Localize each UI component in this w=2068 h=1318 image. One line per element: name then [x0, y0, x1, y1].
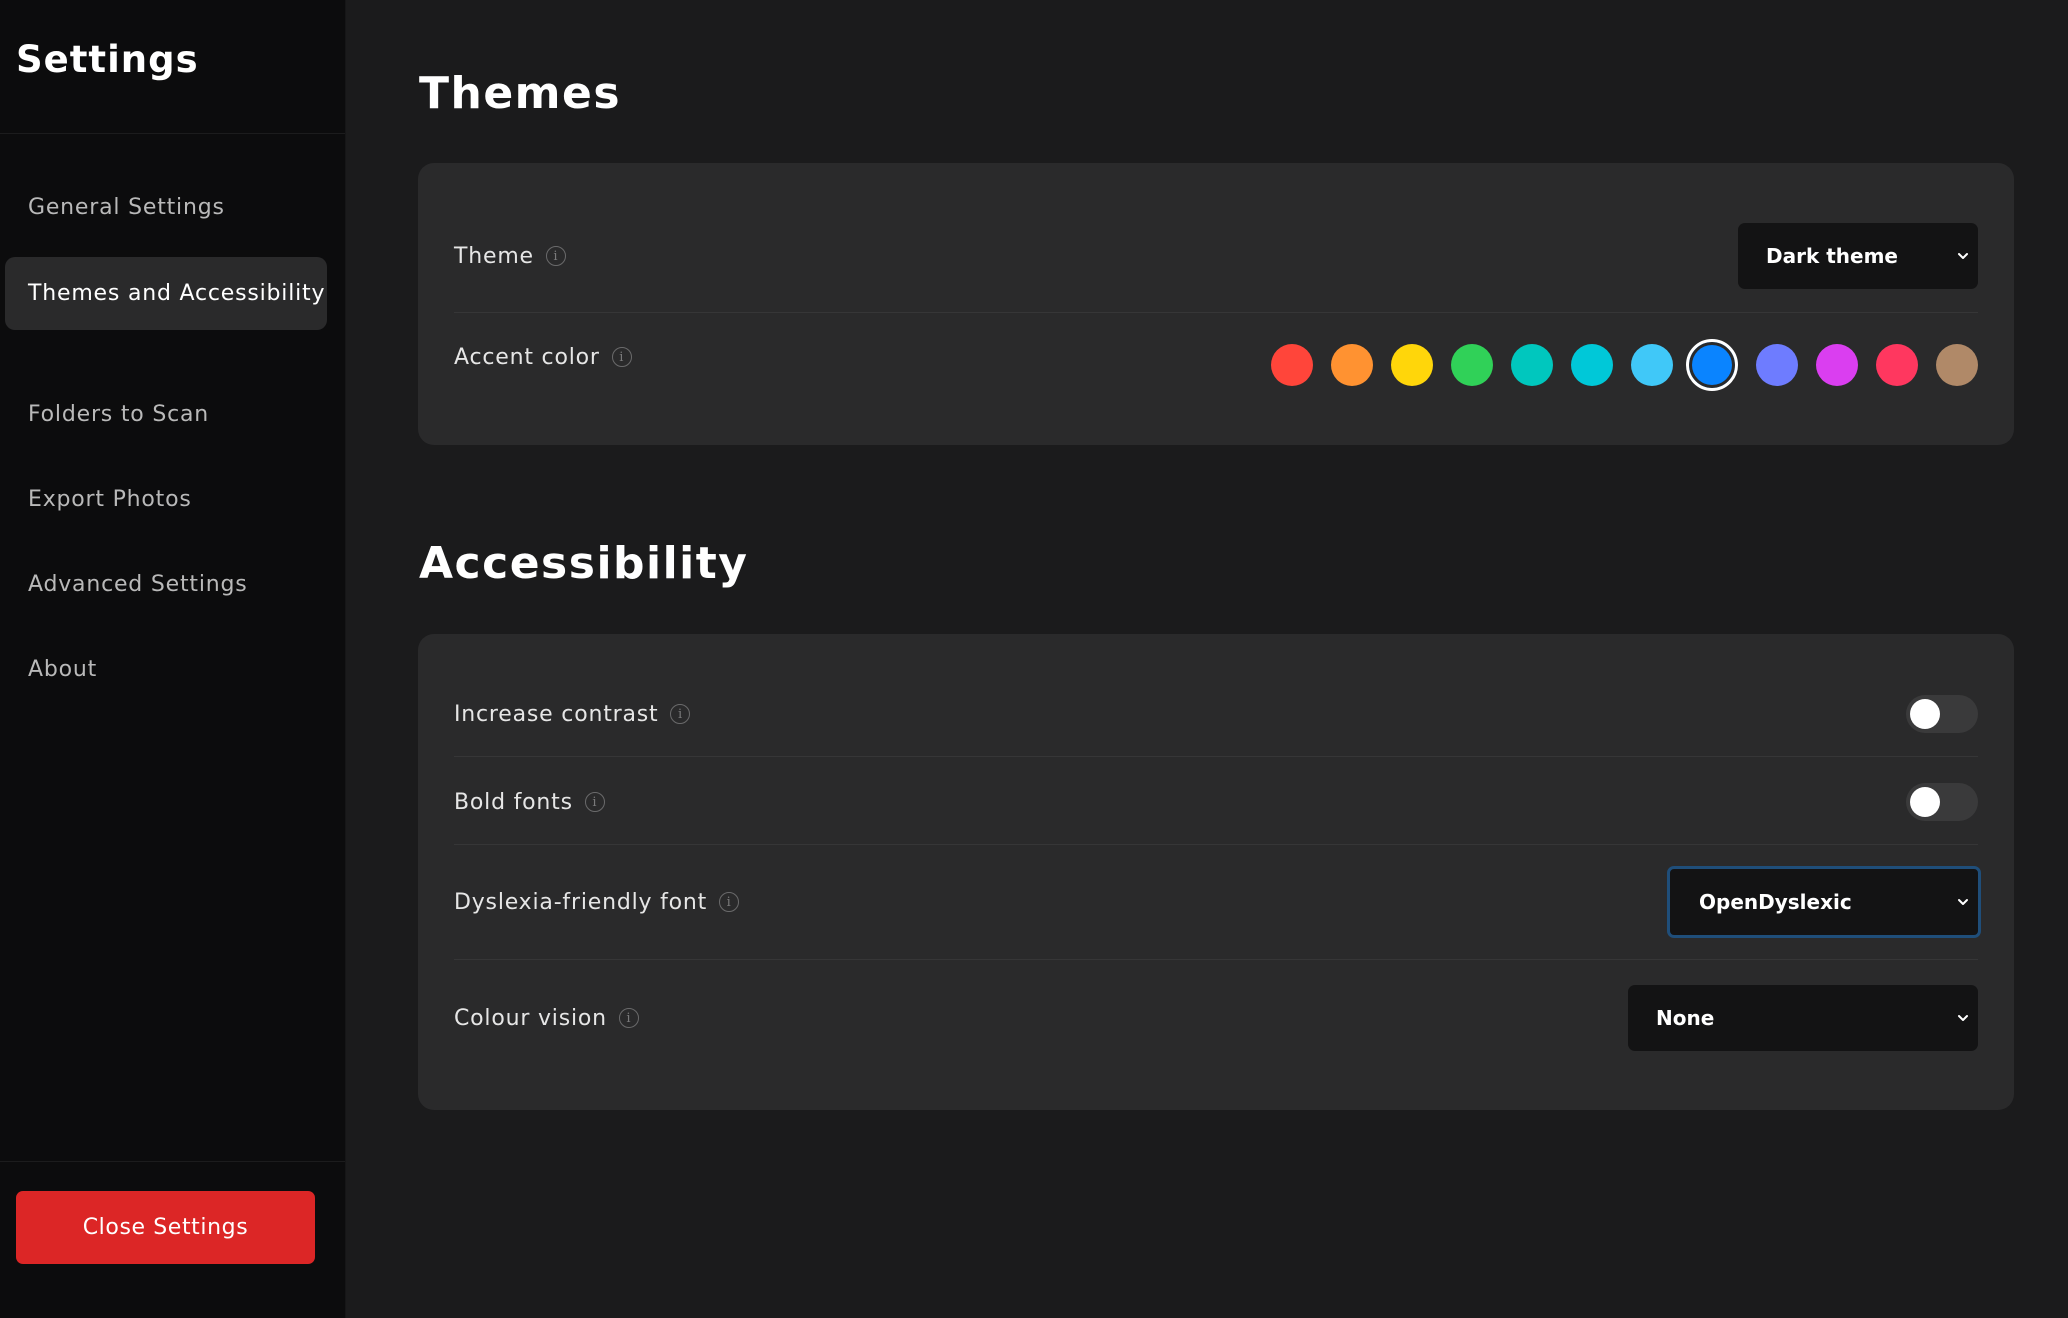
chevron-down-icon — [1958, 899, 1968, 905]
themes-card: Theme i Dark theme Accent color i — [418, 163, 2014, 445]
accent-color-swatch[interactable] — [1686, 339, 1738, 391]
bold-fonts-label: Bold fonts i — [454, 790, 605, 815]
increase-contrast-toggle[interactable] — [1906, 695, 1978, 733]
accent-color-swatch[interactable] — [1936, 344, 1978, 386]
accent-color-swatch[interactable] — [1271, 344, 1313, 386]
toggle-knob — [1910, 699, 1940, 729]
colour-vision-label: Colour vision i — [454, 1006, 639, 1031]
nav-item-general-settings[interactable]: General Settings — [5, 195, 327, 220]
nav-item-themes-and-accessibility[interactable]: Themes and Accessibility — [5, 257, 327, 330]
toggle-knob — [1910, 787, 1940, 817]
colour-vision-select[interactable]: None — [1628, 985, 1978, 1051]
dyslexia-font-row: Dyslexia-friendly font i OpenDyslexic — [454, 866, 1981, 938]
themes-section-title: Themes — [419, 68, 622, 119]
dyslexia-font-label: Dyslexia-friendly font i — [454, 889, 740, 915]
accent-color-label-text: Accent color — [454, 344, 600, 370]
sidebar-divider — [0, 133, 345, 134]
accent-color-swatches — [1271, 339, 1978, 391]
accent-color-swatch[interactable] — [1876, 344, 1918, 386]
row-divider — [454, 756, 1978, 757]
close-settings-button[interactable]: Close Settings — [16, 1191, 315, 1264]
accent-color-swatch[interactable] — [1631, 344, 1673, 386]
bold-fonts-row: Bold fonts i — [454, 782, 1978, 822]
nav-item-export-photos[interactable]: Export Photos — [5, 487, 327, 512]
info-icon[interactable]: i — [618, 1008, 639, 1028]
theme-label: Theme i — [454, 244, 566, 269]
theme-select-value: Dark theme — [1766, 244, 1898, 268]
increase-contrast-label: Increase contrast i — [454, 701, 691, 727]
increase-contrast-label-text: Increase contrast — [454, 701, 659, 727]
accent-color-swatch[interactable] — [1331, 344, 1373, 386]
theme-label-text: Theme — [454, 243, 534, 269]
bold-fonts-toggle[interactable] — [1906, 783, 1978, 821]
accent-color-swatch[interactable] — [1451, 344, 1493, 386]
info-icon[interactable]: i — [719, 892, 740, 912]
sidebar: Settings General Settings Themes and Acc… — [0, 0, 346, 1318]
theme-select[interactable]: Dark theme — [1738, 223, 1978, 289]
dyslexia-font-select-value: OpenDyslexic — [1699, 890, 1852, 914]
row-divider — [454, 844, 1978, 845]
accent-color-swatch[interactable] — [1391, 344, 1433, 386]
theme-row: Theme i Dark theme — [454, 223, 1978, 289]
sidebar-title: Settings — [16, 38, 199, 81]
accent-color-label: Accent color i — [454, 345, 632, 370]
nav-item-advanced-settings[interactable]: Advanced Settings — [5, 572, 327, 597]
info-icon[interactable]: i — [584, 792, 605, 812]
accent-color-swatch[interactable] — [1756, 344, 1798, 386]
info-icon[interactable]: i — [670, 704, 691, 724]
accent-color-swatch[interactable] — [1571, 344, 1613, 386]
chevron-down-icon — [1958, 253, 1968, 259]
accessibility-card: Increase contrast i Bold fonts i Dyslexi… — [418, 634, 2014, 1110]
increase-contrast-row: Increase contrast i — [454, 694, 1978, 734]
nav-item-about[interactable]: About — [5, 657, 327, 682]
dyslexia-font-label-text: Dyslexia-friendly font — [454, 889, 708, 915]
bold-fonts-label-text: Bold fonts — [454, 789, 573, 815]
chevron-down-icon — [1958, 1015, 1968, 1021]
colour-vision-select-value: None — [1656, 1006, 1715, 1030]
accent-color-swatch[interactable] — [1511, 344, 1553, 386]
row-divider — [454, 959, 1978, 960]
settings-window: Settings General Settings Themes and Acc… — [0, 0, 2068, 1318]
sidebar-divider — [0, 1161, 345, 1162]
row-divider — [454, 312, 1978, 313]
accent-color-row: Accent color i — [454, 339, 1978, 391]
colour-vision-row: Colour vision i None — [454, 985, 1978, 1051]
info-icon[interactable]: i — [545, 246, 566, 266]
dyslexia-font-select[interactable]: OpenDyslexic — [1667, 866, 1981, 938]
accessibility-section-title: Accessibility — [419, 538, 749, 589]
accent-color-swatch[interactable] — [1816, 344, 1858, 386]
info-icon[interactable]: i — [611, 347, 632, 367]
nav-item-folders-to-scan[interactable]: Folders to Scan — [5, 402, 327, 427]
colour-vision-label-text: Colour vision — [454, 1005, 607, 1031]
